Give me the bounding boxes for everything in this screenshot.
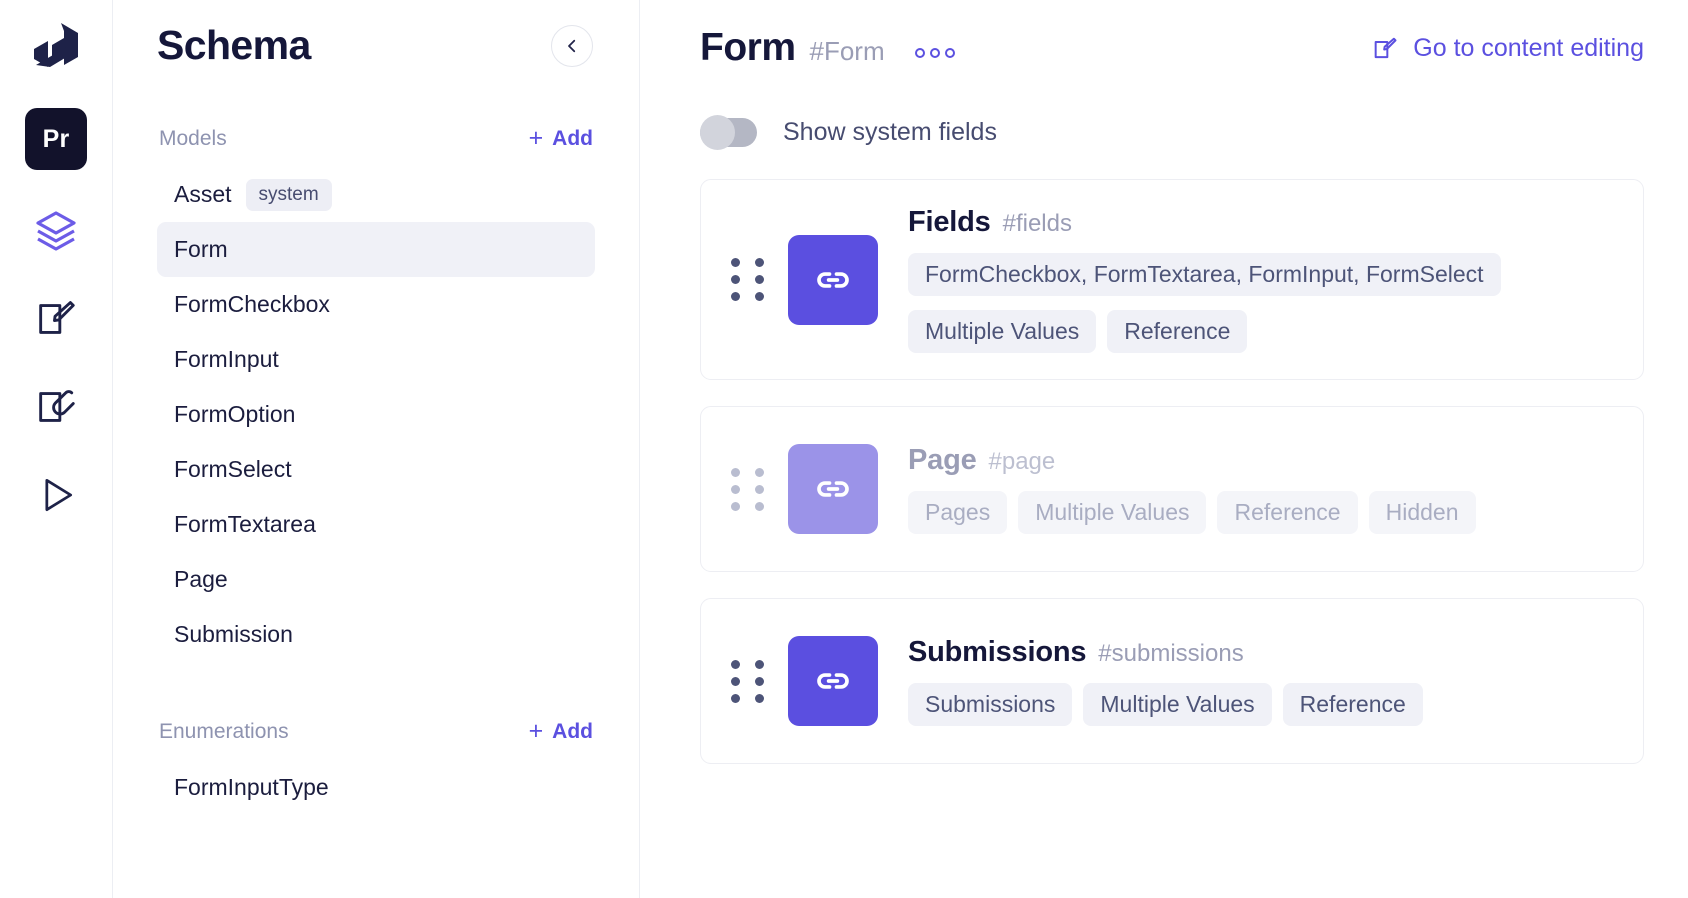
schema-sidebar-header: Schema	[157, 0, 595, 69]
group-header-models: Models + Add	[157, 123, 595, 152]
add-enumeration-button[interactable]: + Add	[528, 716, 593, 745]
model-name: FormInput	[174, 346, 279, 372]
system-badge: system	[245, 178, 332, 211]
sidebar-item-forminput[interactable]: FormInput	[157, 332, 595, 387]
field-title-row: Fields #fields	[908, 206, 1613, 239]
field-body: Submissions #submissions Submissions Mul…	[908, 636, 1613, 726]
project-badge[interactable]: Pr	[25, 108, 87, 170]
model-name: FormSelect	[174, 456, 292, 482]
field-tag: Pages	[908, 491, 1008, 534]
show-system-fields-toggle[interactable]	[700, 115, 757, 150]
field-tag: Submissions	[908, 683, 1073, 726]
link-icon	[788, 234, 878, 325]
field-tag-row: Multiple Values Reference	[908, 310, 1613, 353]
chevron-left-icon	[568, 39, 576, 52]
field-api-id: #page	[988, 448, 1056, 475]
field-card-page[interactable]: Page #page Pages Multiple Values Referen…	[700, 406, 1644, 572]
field-name: Submissions	[908, 636, 1087, 668]
model-name: Page	[174, 566, 228, 592]
schema-sidebar: Schema Models + Add Asset system Form Fo…	[113, 0, 640, 898]
add-model-button[interactable]: + Add	[528, 123, 593, 152]
sidebar-item-page[interactable]: Page	[157, 552, 595, 607]
more-options-icon[interactable]	[914, 48, 955, 58]
pencil-square-icon	[1374, 37, 1397, 58]
model-title-row: Form #Form	[700, 26, 955, 70]
model-name: Form	[174, 236, 228, 262]
field-value-pill: FormCheckbox, FormTextarea, FormInput, F…	[908, 253, 1501, 296]
plus-icon: +	[528, 716, 544, 745]
field-body: Page #page Pages Multiple Values Referen…	[908, 444, 1613, 534]
app-root: Pr Schema Models + Add Asset system Form…	[0, 0, 1688, 898]
field-tag: Multiple Values	[1083, 683, 1272, 726]
field-api-id: #submissions	[1098, 640, 1244, 667]
main-header: Form #Form Go to content editing	[700, 0, 1644, 70]
field-card-submissions[interactable]: Submissions #submissions Submissions Mul…	[700, 598, 1644, 764]
global-nav-rail: Pr	[0, 0, 113, 898]
field-body: Fields #fields FormCheckbox, FormTextare…	[908, 206, 1613, 353]
field-card-list: Fields #fields FormCheckbox, FormTextare…	[700, 179, 1644, 764]
field-tag: Reference	[1217, 491, 1358, 534]
add-enumeration-label: Add	[552, 720, 593, 743]
field-api-id: #fields	[1002, 210, 1072, 237]
sidebar-item-api-playground[interactable]	[25, 464, 87, 526]
go-to-content-editing-label: Go to content editing	[1413, 34, 1644, 62]
drag-handle-icon[interactable]	[731, 659, 766, 703]
group-label: Enumerations	[159, 720, 289, 743]
sidebar-item-submission[interactable]: Submission	[157, 607, 595, 662]
field-tag: Reference	[1282, 683, 1423, 726]
link-icon	[788, 636, 878, 726]
model-list: Asset system Form FormCheckbox FormInput…	[157, 167, 595, 662]
enumeration-name: FormInputType	[174, 774, 329, 800]
sidebar-item-formcheckbox[interactable]: FormCheckbox	[157, 277, 595, 332]
model-name: Asset	[174, 181, 232, 207]
rail-icon-list	[25, 200, 87, 552]
field-value-row: FormCheckbox, FormTextarea, FormInput, F…	[908, 253, 1613, 296]
field-tag: Multiple Values	[1018, 491, 1207, 534]
field-name: Page	[908, 444, 977, 476]
group-label: Models	[159, 127, 227, 150]
enumeration-list: FormInputType	[157, 760, 595, 815]
drag-handle-icon[interactable]	[731, 258, 766, 301]
model-name: FormTextarea	[174, 511, 316, 537]
go-to-content-editing-link[interactable]: Go to content editing	[1371, 34, 1644, 63]
sidebar-item-form[interactable]: Form	[157, 222, 595, 277]
field-tag-row: Submissions Multiple Values Reference	[908, 683, 1613, 726]
page-title: Schema	[157, 22, 311, 68]
model-name: FormCheckbox	[174, 291, 330, 317]
model-name: FormOption	[174, 401, 296, 427]
sidebar-item-content[interactable]	[25, 288, 87, 350]
collapse-sidebar-button[interactable]	[551, 24, 593, 67]
link-icon	[788, 444, 878, 534]
model-name: Submission	[174, 621, 293, 647]
graphcms-logo-icon[interactable]	[21, 14, 91, 86]
field-title-row: Page #page	[908, 444, 1613, 477]
show-system-fields-row: Show system fields	[700, 115, 1644, 150]
show-system-fields-label: Show system fields	[783, 118, 997, 146]
model-title: Form	[700, 26, 796, 69]
sidebar-item-schema[interactable]	[25, 200, 87, 262]
field-name: Fields	[908, 206, 991, 238]
field-card-fields[interactable]: Fields #fields FormCheckbox, FormTextare…	[700, 179, 1644, 380]
add-model-label: Add	[552, 127, 593, 150]
drag-handle-icon[interactable]	[731, 467, 766, 511]
field-title-row: Submissions #submissions	[908, 636, 1613, 669]
field-tag-row: Pages Multiple Values Reference Hidden	[908, 491, 1613, 534]
toggle-knob	[700, 115, 735, 150]
sidebar-item-assets[interactable]	[25, 376, 87, 438]
sidebar-item-forminputtype[interactable]: FormInputType	[157, 760, 595, 815]
sidebar-item-formtextarea[interactable]: FormTextarea	[157, 497, 595, 552]
main-panel: Form #Form Go to content editing Show sy…	[640, 0, 1688, 898]
sidebar-item-formoption[interactable]: FormOption	[157, 387, 595, 442]
group-header-enumerations: Enumerations + Add	[157, 716, 595, 745]
plus-icon: +	[528, 123, 544, 152]
sidebar-item-formselect[interactable]: FormSelect	[157, 442, 595, 497]
field-tag: Reference	[1107, 310, 1248, 353]
sidebar-item-asset[interactable]: Asset system	[157, 167, 595, 222]
field-tag: Multiple Values	[908, 310, 1097, 353]
field-tag: Hidden	[1368, 491, 1476, 534]
model-api-id: #Form	[809, 36, 885, 66]
